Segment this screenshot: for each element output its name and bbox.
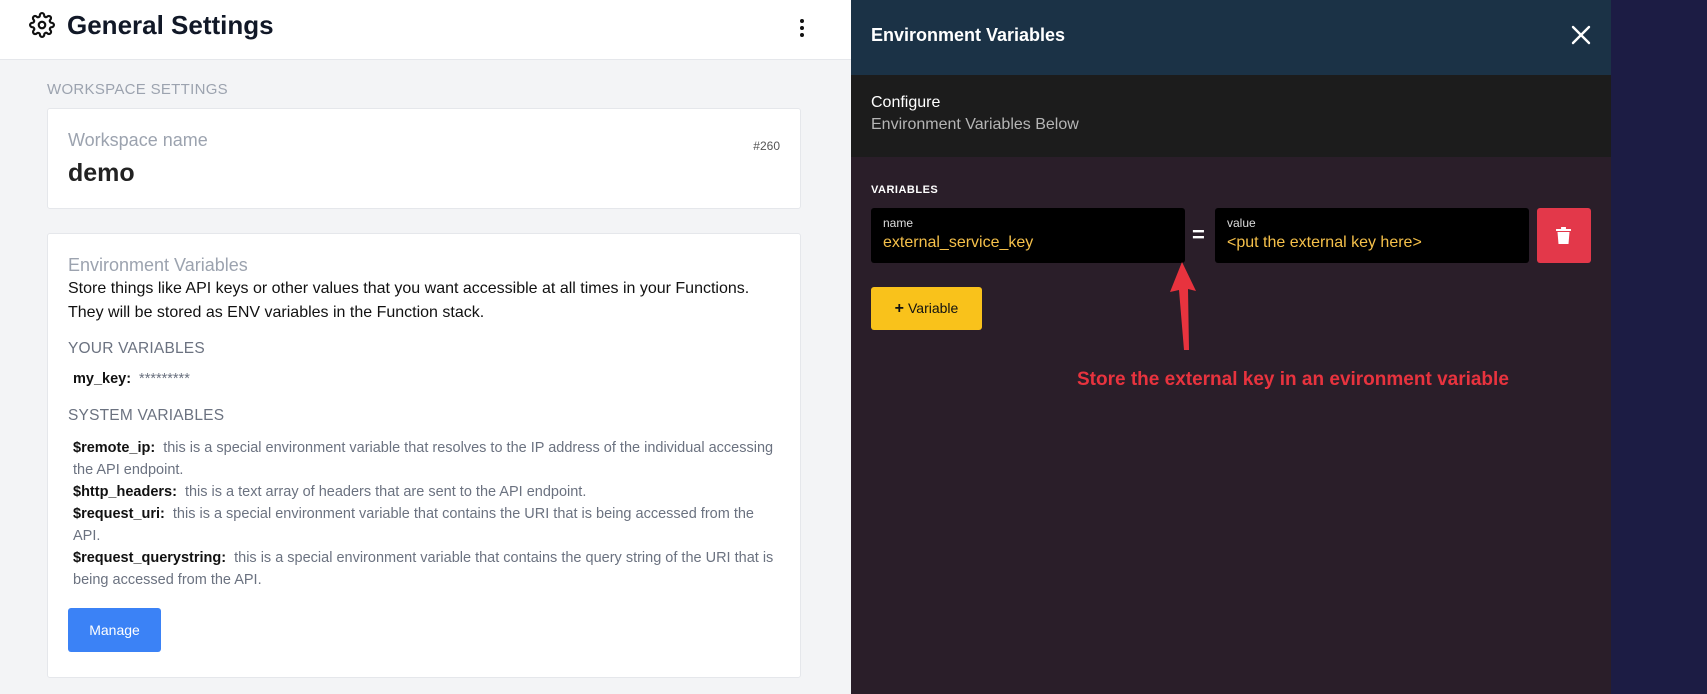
system-variable-row: $http_headers: this is a text array of he… <box>73 481 783 503</box>
drawer-header: Environment Variables <box>851 0 1611 75</box>
workspace-name-label: Workspace name <box>68 130 208 150</box>
name-field-label: name <box>883 216 914 230</box>
variable-value-input[interactable] <box>1227 232 1517 254</box>
variable-key: my_key: <box>73 371 132 387</box>
delete-variable-button[interactable] <box>1537 208 1591 263</box>
workspace-id: #260 <box>753 139 780 153</box>
system-variable-key: $remote_ip: <box>73 440 156 456</box>
system-variable-key: $request_uri: <box>73 506 165 522</box>
your-variable-row: my_key: ********* <box>73 368 783 390</box>
top-bar: General Settings <box>0 0 851 60</box>
configure-section: Configure Environment Variables Below <box>851 75 1611 157</box>
env-card-heading: Environment Variables <box>68 255 248 275</box>
annotation-arrow-icon <box>1170 262 1196 350</box>
system-variable-key: $request_querystring: <box>73 550 227 566</box>
system-variable-row: $request_uri: this is a special environme… <box>73 503 783 547</box>
settings-page: General Settings WORKSPACE SETTINGS Work… <box>0 0 851 694</box>
manage-button[interactable]: Manage <box>68 608 161 652</box>
variable-name-field[interactable]: name <box>871 208 1185 263</box>
background-edge <box>1611 0 1707 694</box>
trash-icon <box>1556 227 1571 244</box>
system-variable-row: $remote_ip: this is a special environment… <box>73 437 783 481</box>
variable-value: ********* <box>139 371 190 387</box>
system-variable-row: $request_querystring: this is a special e… <box>73 547 783 591</box>
drawer-title: Environment Variables <box>871 25 1066 45</box>
equals-sign: = <box>1192 222 1205 247</box>
workspace-name-value: demo <box>68 159 135 187</box>
workspace-settings-heading: WORKSPACE SETTINGS <box>47 81 228 98</box>
variable-value-field[interactable]: value <box>1215 208 1529 263</box>
system-variable-desc: this is a special environment variable t… <box>73 440 774 478</box>
plus-icon: + <box>894 299 904 317</box>
system-variables-heading: SYSTEM VARIABLES <box>68 407 225 424</box>
add-variable-button[interactable]: + Variable <box>871 287 982 330</box>
close-icon[interactable] <box>1570 24 1592 46</box>
value-field-label: value <box>1227 216 1256 230</box>
annotation-text: Store the external key in an evironment … <box>1077 369 1509 390</box>
gear-icon <box>29 12 55 38</box>
environment-variables-card: Environment Variables Store things like … <box>47 233 801 678</box>
page-title: General Settings <box>67 10 274 40</box>
system-variable-desc: this is a special environment variable t… <box>73 506 754 544</box>
configure-title: Configure <box>871 94 941 111</box>
env-card-description: Store things like API keys or other valu… <box>68 280 750 321</box>
your-variables-heading: YOUR VARIABLES <box>68 340 205 357</box>
variable-name-input[interactable] <box>883 232 1173 254</box>
configure-subtitle: Environment Variables Below <box>871 116 1079 133</box>
workspace-card: Workspace name demo #260 <box>47 108 801 209</box>
variables-label: VARIABLES <box>871 184 939 196</box>
system-variable-desc: this is a text array of headers that are… <box>184 484 587 500</box>
environment-variables-drawer: Environment Variables Configure Environm… <box>851 0 1611 694</box>
add-variable-label: Variable <box>908 299 959 316</box>
more-options-icon[interactable] <box>790 16 814 44</box>
system-variable-key: $http_headers: <box>73 484 177 500</box>
